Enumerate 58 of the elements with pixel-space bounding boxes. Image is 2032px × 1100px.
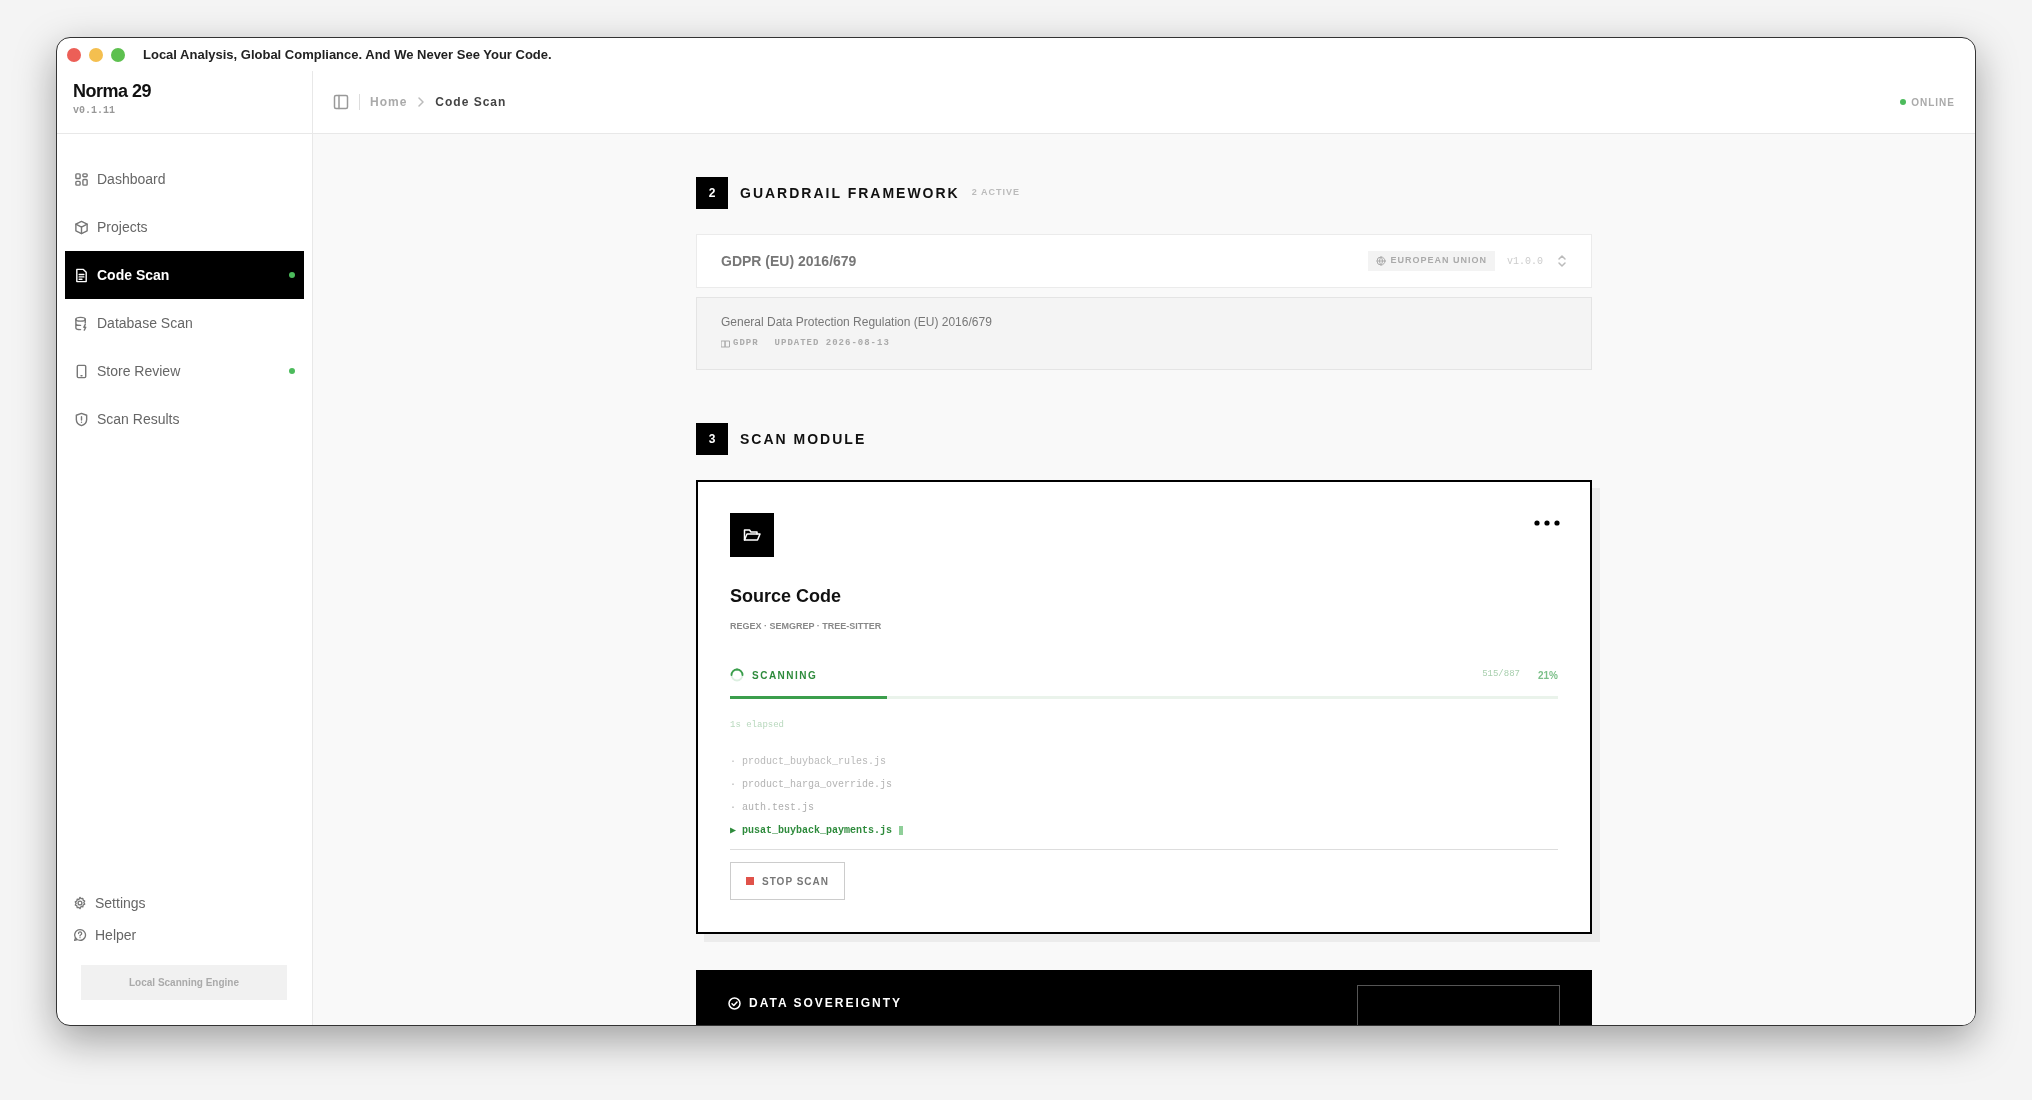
close-button[interactable] — [67, 47, 81, 62]
sidebar-item[interactable]: Code Scan — [65, 251, 304, 299]
status-dot — [1900, 99, 1907, 105]
sidebar-toggle-icon — [333, 94, 349, 110]
file-count: 515/887 — [1482, 668, 1520, 682]
step-number: 2 — [696, 177, 728, 209]
sidebar-item[interactable]: Scan Results — [65, 395, 304, 443]
section-title: SCAN MODULE — [740, 429, 867, 449]
globe-icon — [1376, 256, 1387, 266]
book-icon — [721, 339, 730, 348]
scan-status: SCANNING — [752, 668, 818, 683]
help-icon — [73, 928, 87, 942]
module-title: Source Code — [730, 585, 843, 608]
chevron-icon — [417, 97, 426, 107]
phone-icon — [74, 363, 89, 379]
active-count: 2 ACTIVE — [971, 186, 1020, 200]
document-icon — [74, 267, 89, 283]
step-number: 3 — [696, 423, 728, 455]
settings-icon — [73, 896, 87, 910]
sidebar-item[interactable]: Settings — [73, 887, 146, 919]
updated-date: UPDATED 2026-08-13 — [774, 337, 890, 350]
file-line: · auth.test.js — [730, 800, 815, 814]
sidebar-item[interactable]: Dashboard — [65, 155, 304, 203]
framework-description: General Data Protection Regulation (EU) 2016/679 — [721, 314, 993, 331]
cube-icon — [74, 219, 89, 235]
app-name: Norma 29 — [73, 81, 153, 103]
sort-icon — [1557, 254, 1567, 268]
spinner-icon — [730, 668, 744, 682]
window-title: Local Analysis, Global Compliance. And We Never See Your Code. — [143, 45, 552, 64]
section-title: GUARDRAIL FRAMEWORK — [740, 183, 960, 203]
sidebar-item[interactable]: Projects — [65, 203, 304, 251]
region-label: EUROPEAN UNION — [1390, 254, 1487, 268]
progress-percent: 21% — [1538, 668, 1558, 683]
file-line: ▶ pusat_buyback_payments.js — [730, 823, 1558, 837]
database-icon — [74, 315, 89, 331]
sidebar-item[interactable]: Store Review — [65, 347, 304, 395]
breadcrumb-current: Code Scan — [435, 94, 507, 111]
sidebar-item[interactable]: Database Scan — [65, 299, 304, 347]
version-label: v0.1.11 — [73, 103, 116, 118]
stop-icon — [746, 877, 754, 885]
file-line: · product_buyback_rules.js — [730, 754, 888, 768]
panel-title: DATA SOVEREIGNTY — [749, 995, 903, 1012]
more-icon — [1534, 519, 1560, 526]
framework-name: GDPR (EU) 2016/679 — [721, 251, 857, 271]
elapsed-time: 1s elapsed — [730, 718, 785, 732]
check-circle-icon — [728, 996, 741, 1010]
file-line: · product_harga_override.js — [730, 777, 894, 791]
sidebar-item[interactable]: Helper — [73, 919, 137, 951]
stop-scan-button[interactable]: STOP SCAN — [730, 862, 845, 900]
status-label: ONLINE — [1911, 95, 1955, 110]
grid-icon — [74, 171, 89, 187]
engine-list: REGEX · SEMGREP · TREE-SITTER — [730, 620, 1558, 634]
zoom-button[interactable] — [111, 47, 125, 62]
minimize-button[interactable] — [89, 47, 103, 62]
cursor-icon — [899, 825, 904, 835]
folder-icon — [743, 527, 761, 543]
shield-icon — [74, 411, 89, 427]
regulation-code: GDPR — [733, 337, 759, 350]
